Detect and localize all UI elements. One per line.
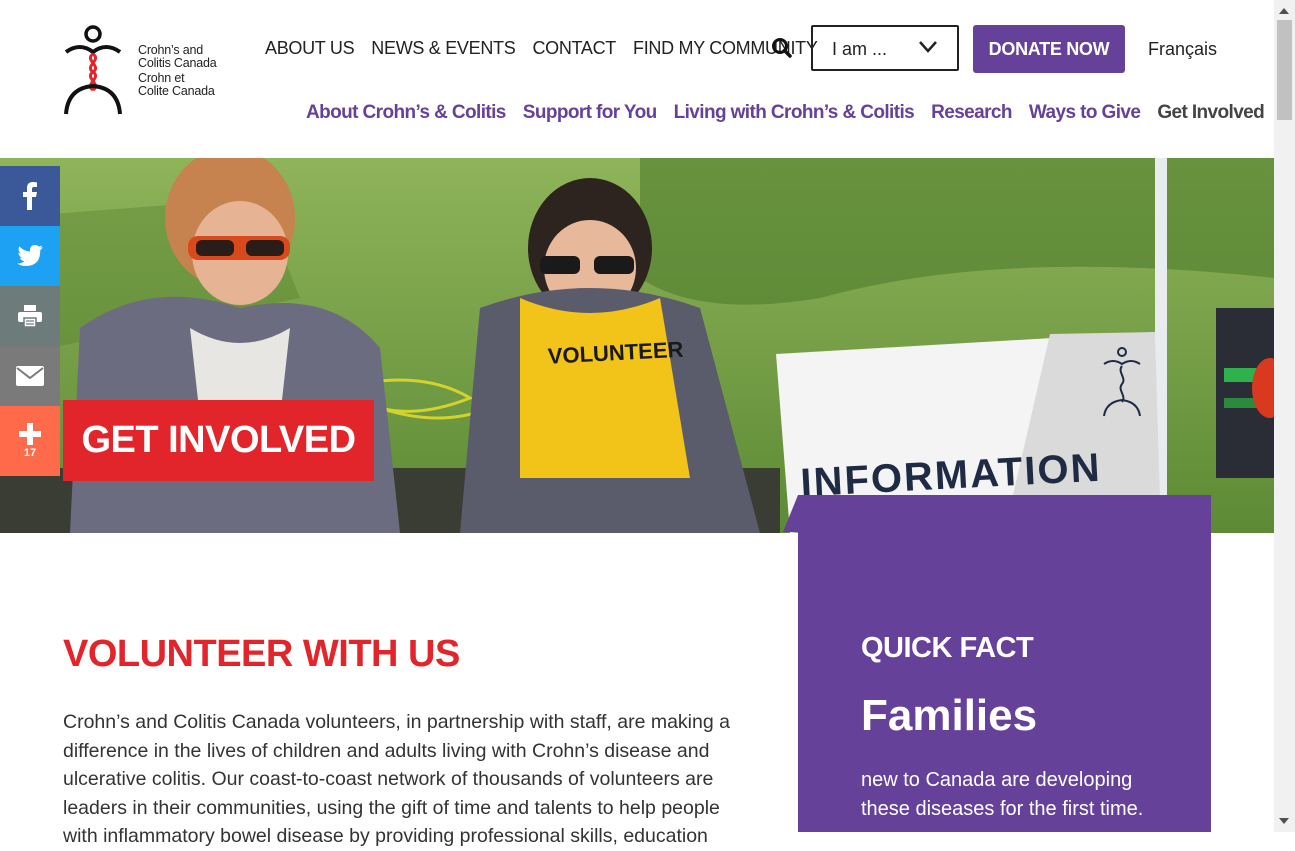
utility-nav: ABOUT US NEWS & EVENTS CONTACT FIND MY C…	[265, 38, 835, 59]
scroll-up-arrow-icon[interactable]	[1279, 8, 1289, 14]
hero-title: GET INVOLVED	[63, 400, 374, 481]
site-header: Crohn’s and Colitis Canada Crohn et Coli…	[0, 0, 1274, 158]
plus-icon	[19, 423, 41, 445]
scrollbar-thumb[interactable]	[1277, 20, 1292, 120]
logo-figure-icon	[64, 25, 122, 115]
email-icon	[16, 366, 44, 386]
share-print-button[interactable]	[0, 286, 60, 346]
donate-now-button[interactable]: DONATE NOW	[973, 25, 1125, 73]
i-am-select-value: I am ...	[832, 39, 888, 59]
quick-fact-text: new to Canada are developing these disea…	[861, 769, 1144, 820]
nav-get-involved[interactable]: Get Involved	[1157, 102, 1264, 124]
quick-fact-card: QUICK FACT Families new to Canada are de…	[798, 495, 1211, 832]
section-body-text: Crohn’s and Colitis Canada volunteers, i…	[63, 711, 730, 847]
logo-fr-line-1: Crohn et	[138, 71, 185, 85]
share-email-button[interactable]	[0, 346, 60, 406]
nav-news-events[interactable]: NEWS & EVENTS	[371, 38, 515, 59]
logo-fr-line-2: Colite Canada	[138, 83, 215, 98]
search-icon[interactable]	[771, 37, 793, 59]
share-count: 17	[23, 447, 37, 459]
print-icon	[18, 305, 42, 327]
nav-ways-to-give[interactable]: Ways to Give	[1029, 102, 1141, 124]
site-logo[interactable]: Crohn’s and Colitis Canada Crohn et Coli…	[62, 24, 232, 116]
nav-contact[interactable]: CONTACT	[532, 38, 616, 59]
nav-about-crohns-colitis[interactable]: About Crohn’s & Colitis	[306, 102, 506, 124]
i-am-select[interactable]: I am ...	[811, 25, 959, 71]
logo-en-line-1: Crohn’s and	[138, 43, 203, 57]
section-title: VOLUNTEER WITH US	[63, 633, 460, 675]
share-twitter-button[interactable]	[0, 226, 60, 286]
nav-living-with[interactable]: Living with Crohn’s & Colitis	[674, 102, 915, 124]
logo-wordmark: Crohn’s and Colitis Canada Crohn et Coli…	[138, 44, 217, 97]
main-nav: About Crohn’s & Colitis Support for You …	[306, 102, 1265, 124]
nav-support-for-you[interactable]: Support for You	[523, 102, 657, 124]
twitter-icon	[17, 245, 43, 266]
quick-fact-label: QUICK FACT	[861, 632, 1034, 664]
page-scrollbar[interactable]	[1274, 0, 1295, 832]
nav-about-us[interactable]: ABOUT US	[265, 38, 355, 59]
scroll-down-arrow-icon[interactable]	[1279, 818, 1289, 824]
quick-fact-headline: Families	[861, 691, 1038, 740]
quick-fact-tab-corner	[783, 495, 798, 532]
nav-research[interactable]: Research	[931, 102, 1012, 124]
share-more-button[interactable]: 17	[0, 406, 60, 476]
facebook-icon	[23, 182, 37, 210]
chevron-down-icon	[919, 41, 937, 53]
social-share-bar: 17	[0, 166, 60, 476]
logo-en-line-2: Colitis Canada	[138, 55, 217, 70]
language-toggle[interactable]: Français	[1148, 39, 1217, 60]
share-facebook-button[interactable]	[0, 166, 60, 226]
